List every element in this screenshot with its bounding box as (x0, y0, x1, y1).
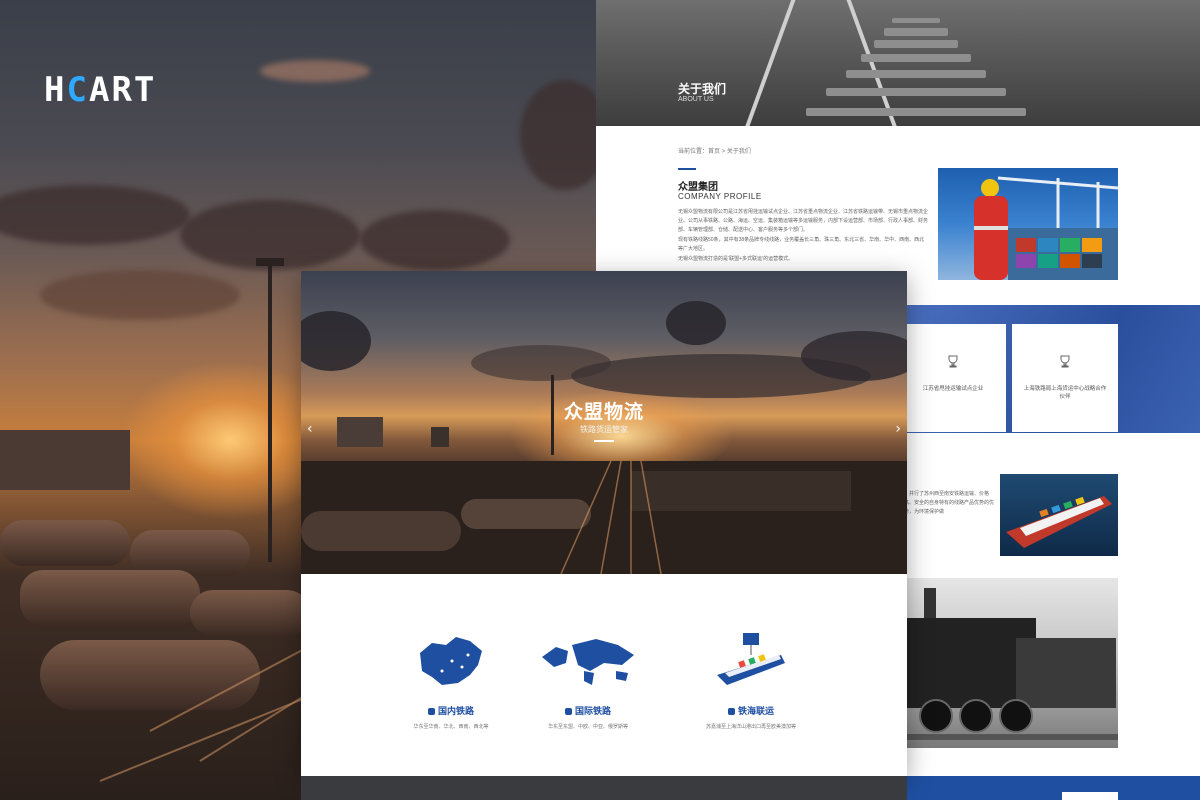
honor-card[interactable]: 上海铁路局上海货运中心战略合作伙伴 (1012, 324, 1118, 432)
service-description: 华东至华南、华北、西南、西北等 (413, 724, 489, 730)
homepage-preview: 众盟物流 铁路货运管家 ‹ › 国内铁路 华东至华南、华北、西南、西北等 国际铁… (301, 271, 907, 776)
honor-card-label: 上海铁路局上海货运中心战略合作伙伴 (1023, 386, 1107, 400)
company-name: 众盟集团 (678, 182, 718, 193)
footer-button[interactable] (1062, 792, 1118, 800)
about-page-preview: 关于我们 ABOUT US 当前位置：首页 > 关于我们 众盟集团 COMPAN… (596, 0, 1200, 310)
homepage-footer-strip (301, 776, 907, 800)
service-description: 华东至东盟、中欧、中亚、俄罗斯等 (547, 724, 628, 730)
port-worker-photo (938, 168, 1118, 280)
about-banner-title: 关于我们 (678, 82, 727, 96)
honor-card-label: 江苏省甩挂运输试点企业 (922, 386, 984, 392)
hero-subtitle: 铁路货运管家 (580, 425, 628, 434)
train-icon (427, 708, 435, 716)
breadcrumb[interactable]: 当前位置：首页 > 关于我们 (678, 146, 751, 155)
about-banner-subtitle: ABOUT US (678, 96, 714, 103)
steam-locomotive-photo (906, 578, 1118, 748)
cloud (40, 270, 240, 320)
cloud (260, 60, 370, 82)
service-rail-sea-intermodal[interactable]: 铁海联运 苏嘉浦至上海洋山港出口再至欧美澳加等 (691, 631, 811, 730)
cloud (0, 185, 190, 245)
shipping-paragraph: ，并行了苏州西至南安铁路运输、价格高、安全的自身特有的线路产品优势的优势，为环境… (904, 491, 995, 515)
cloud (360, 210, 510, 270)
trophy-icon (1060, 355, 1070, 368)
section-accent-bar (678, 168, 696, 170)
profile-paragraph: 无锡众盟物流打造的是‘联盟+多式联运’的运营模式。 (678, 256, 794, 262)
profile-paragraph: 无锡众盟物流有限公司是江苏省甩挂运输试点企业、江苏省重点物流企业、江苏省铁路运输… (678, 209, 929, 233)
trophy-icon (948, 355, 958, 368)
hero-title: 众盟物流 (563, 402, 644, 423)
factory-building (0, 430, 130, 490)
hero-banner: 众盟物流 铁路货运管家 ‹ › (301, 271, 907, 574)
train-icon (564, 708, 572, 716)
service-description: 苏嘉浦至上海洋山港出口再至欧美澳加等 (705, 724, 796, 730)
service-international-rail[interactable]: 国际铁路 华东至东盟、中欧、中亚、俄罗斯等 (528, 631, 648, 730)
hero-divider (594, 440, 614, 442)
service-title: 国际铁路 (574, 706, 611, 716)
world-map-icon (542, 639, 634, 685)
service-title: 国内铁路 (437, 706, 474, 716)
company-profile-label: COMPANY PROFILE (678, 192, 762, 201)
footer-bar (906, 776, 1200, 800)
container-ship-icon (717, 633, 785, 685)
profile-paragraph: 现有铁路线路50条，其中有38条品牌专线线路，业务覆盖长三角、珠三角、东北三省、… (678, 237, 925, 252)
about-banner-railway: 关于我们 ABOUT US (596, 0, 1200, 126)
container-ship-photo (1000, 474, 1118, 556)
train-icon (727, 708, 735, 716)
honor-card[interactable]: 江苏省甩挂运输试点企业 (900, 324, 1006, 432)
service-title: 铁海联运 (737, 706, 774, 716)
carousel-prev-arrow-icon[interactable]: ‹ (307, 421, 313, 437)
service-domestic-rail[interactable]: 国内铁路 华东至华南、华北、西南、西北等 (391, 631, 511, 730)
brand-logo[interactable]: HCART (44, 70, 156, 110)
carousel-next-arrow-icon[interactable]: › (895, 421, 901, 437)
china-map-icon (420, 637, 482, 685)
